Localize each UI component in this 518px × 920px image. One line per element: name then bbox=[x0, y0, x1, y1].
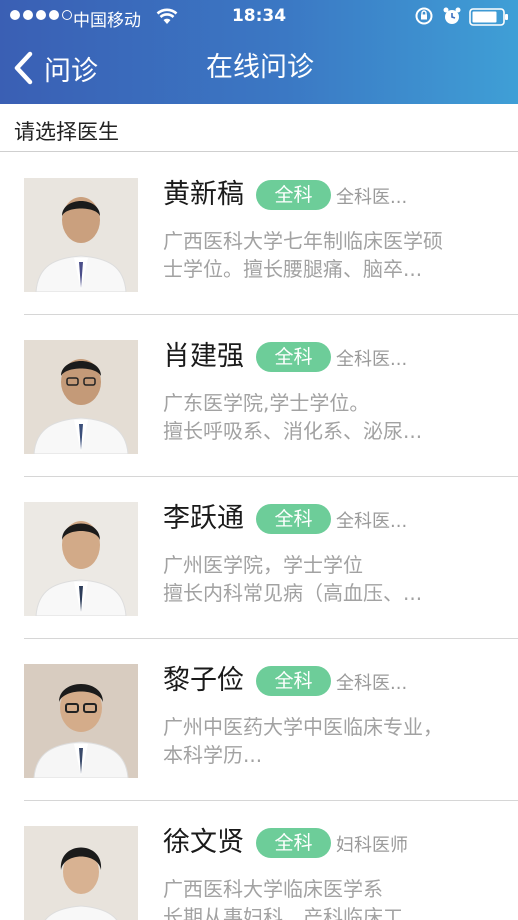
doctor-description-line: 广西医科大学临床医学系 bbox=[163, 877, 383, 901]
app-header: 中国移动 18:34 问诊 在线问诊 bbox=[0, 0, 518, 104]
doctor-avatar bbox=[24, 178, 138, 292]
alarm-icon bbox=[443, 7, 461, 24]
department-tag: 全科 bbox=[256, 504, 331, 534]
doctor-list-item[interactable]: 黄新稿 全科 全科医... 广西医科大学七年制临床医学硕 士学位。擅长腰腿痛、脑… bbox=[0, 153, 518, 315]
doctor-avatar bbox=[24, 502, 138, 616]
doctor-title: 全科医... bbox=[336, 349, 408, 370]
doctor-list-item[interactable]: 徐文贤 全科 妇科医师 广西医科大学临床医学系 长期从事妇科、产科临床工 bbox=[0, 801, 518, 920]
department-tag: 全科 bbox=[256, 666, 331, 696]
section-label: 请选择医生 bbox=[14, 120, 119, 144]
doctor-title: 全科医... bbox=[336, 673, 408, 694]
doctor-list-item[interactable]: 肖建强 全科 全科医... 广东医学院,学士学位。 擅长呼吸系、消化系、泌尿..… bbox=[0, 315, 518, 477]
doctor-name: 黎子俭 bbox=[163, 665, 244, 696]
doctor-description: 广州医学院，学士学位 擅长内科常见病（高血压、... bbox=[163, 551, 493, 607]
doctor-description-line: 广州医学院，学士学位 bbox=[163, 553, 363, 577]
doctor-description: 广西医科大学七年制临床医学硕 士学位。擅长腰腿痛、脑卒... bbox=[163, 227, 493, 283]
doctor-name: 肖建强 bbox=[163, 341, 244, 372]
doctor-title: 全科医... bbox=[336, 187, 408, 208]
doctor-description-line: 广东医学院,学士学位。 bbox=[163, 391, 370, 415]
page-title: 在线问诊 bbox=[0, 50, 518, 86]
doctor-avatar bbox=[24, 826, 138, 920]
status-time: 18:34 bbox=[231, 6, 287, 26]
doctor-list-item[interactable]: 李跃通 全科 全科医... 广州医学院，学士学位 擅长内科常见病（高血压、... bbox=[0, 477, 518, 639]
department-tag: 全科 bbox=[256, 342, 331, 372]
section-header: 请选择医生 bbox=[0, 104, 518, 152]
doctor-description-line: 广州中医药大学中医临床专业， bbox=[163, 715, 443, 739]
department-tag: 全科 bbox=[256, 828, 331, 858]
doctor-name: 黄新稿 bbox=[163, 179, 244, 210]
doctor-title: 全科医... bbox=[336, 511, 408, 532]
doctor-description: 广东医学院,学士学位。 擅长呼吸系、消化系、泌尿... bbox=[163, 389, 493, 445]
doctor-avatar bbox=[24, 340, 138, 454]
doctor-description-line: 士学位。擅长腰腿痛、脑卒... bbox=[163, 257, 423, 281]
doctor-name: 徐文贤 bbox=[163, 827, 244, 858]
rotation-lock-icon bbox=[415, 7, 433, 25]
doctor-description: 广西医科大学临床医学系 长期从事妇科、产科临床工 bbox=[163, 875, 493, 920]
department-tag: 全科 bbox=[256, 180, 331, 210]
doctor-description-line: 本科学历... bbox=[163, 743, 263, 767]
doctor-avatar bbox=[24, 664, 138, 778]
doctor-name: 李跃通 bbox=[163, 503, 244, 534]
battery-icon bbox=[469, 8, 508, 26]
doctor-description-line: 长期从事妇科、产科临床工 bbox=[163, 905, 403, 920]
doctor-description-line: 广西医科大学七年制临床医学硕 bbox=[163, 229, 443, 253]
doctor-list-item[interactable]: 黎子俭 全科 全科医... 广州中医药大学中医临床专业， 本科学历... bbox=[0, 639, 518, 801]
doctor-description-line: 擅长呼吸系、消化系、泌尿... bbox=[163, 419, 423, 443]
doctor-description-line: 擅长内科常见病（高血压、... bbox=[163, 581, 423, 605]
doctor-title: 妇科医师 bbox=[336, 835, 408, 856]
doctor-description: 广州中医药大学中医临床专业， 本科学历... bbox=[163, 713, 493, 769]
doctor-list: 黄新稿 全科 全科医... 广西医科大学七年制临床医学硕 士学位。擅长腰腿痛、脑… bbox=[0, 153, 518, 920]
page-title-text: 在线问诊 bbox=[206, 52, 314, 83]
status-bar: 中国移动 18:34 bbox=[0, 0, 518, 34]
